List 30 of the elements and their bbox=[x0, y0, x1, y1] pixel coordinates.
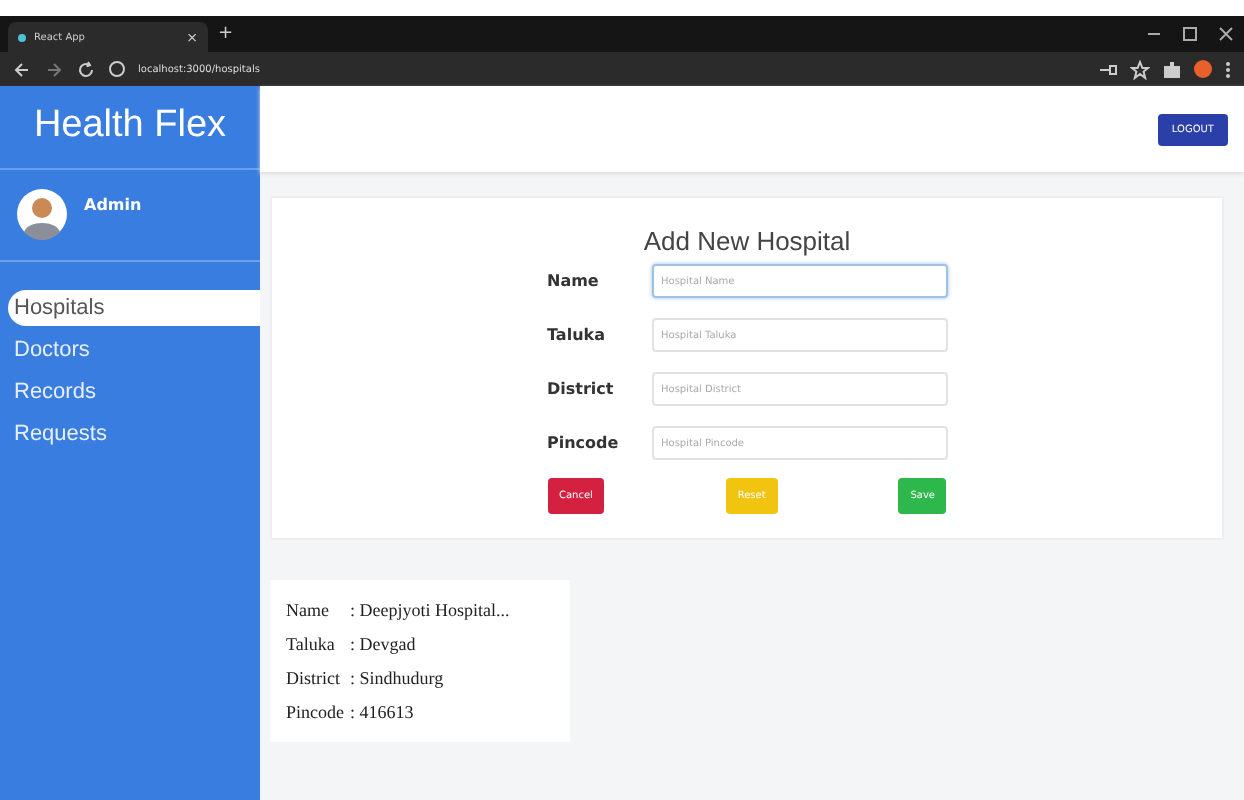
field-label: Name bbox=[547, 272, 601, 290]
star-icon[interactable] bbox=[1130, 59, 1150, 79]
detail-label: Taluka bbox=[286, 634, 337, 654]
key-icon[interactable] bbox=[1098, 59, 1118, 79]
profile-avatar[interactable] bbox=[1194, 60, 1212, 78]
back-icon[interactable] bbox=[12, 59, 32, 79]
nav-item[interactable]: Doctors bbox=[0, 332, 260, 368]
field-label: Taluka bbox=[547, 326, 607, 344]
field-label: Pincode bbox=[547, 434, 621, 452]
maximize-icon[interactable] bbox=[1180, 24, 1200, 44]
detail-label: Name bbox=[286, 600, 331, 620]
nav-item[interactable]: Requests bbox=[0, 416, 260, 452]
detail-value: : Devgad bbox=[350, 634, 416, 654]
nav-item[interactable]: Records bbox=[0, 374, 260, 410]
menu-icon[interactable] bbox=[1224, 59, 1232, 79]
detail-label: Pincode bbox=[286, 702, 346, 722]
new-tab-button[interactable]: + bbox=[218, 24, 234, 44]
nav-item[interactable]: Hospitals bbox=[8, 290, 260, 326]
form-title: Add New Hospital bbox=[643, 226, 851, 256]
user-name: Admin bbox=[84, 196, 142, 214]
close-icon[interactable] bbox=[1216, 24, 1236, 44]
detail-label: District bbox=[286, 668, 342, 688]
forward-icon[interactable] bbox=[44, 59, 64, 79]
reload-icon[interactable] bbox=[76, 59, 96, 79]
field-label: District bbox=[547, 380, 616, 398]
user-avatar bbox=[16, 188, 68, 240]
detail-value: : Deepjyoti Hospital... bbox=[350, 600, 510, 620]
page-icon bbox=[18, 33, 26, 41]
detail-value: : Sindhudurg bbox=[350, 668, 444, 688]
detail-value: : 416613 bbox=[350, 702, 414, 722]
